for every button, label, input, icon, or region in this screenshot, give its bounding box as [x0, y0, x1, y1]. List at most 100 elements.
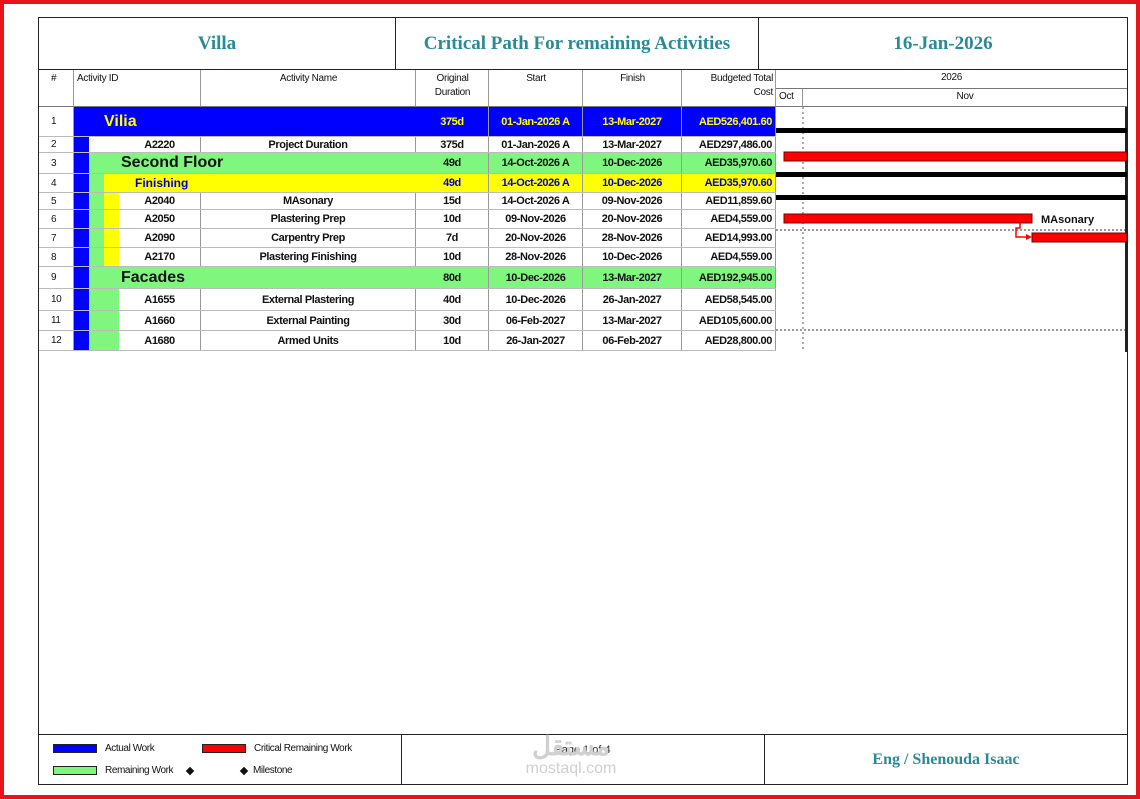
cell-name: Carpentry Prep [201, 229, 416, 247]
wbs-name: Vilia [104, 112, 137, 130]
table-row[interactable]: 9 Facades 80d 10-Dec-2026 13-Mar-2027 AED192,… [39, 267, 776, 289]
wbs-indent-band [104, 210, 119, 228]
cell-name: Project Duration [201, 137, 416, 152]
wbs-indent-band [74, 311, 89, 330]
col-header-cost[interactable]: Budgeted Total Cost [682, 70, 776, 107]
row-number: 2 [39, 137, 74, 152]
row-number: 1 [39, 107, 74, 136]
footer-divider-1 [401, 735, 402, 785]
table-row[interactable]: 8 A2170 Plastering Finishing 10d 28-Nov-2026… [39, 248, 776, 267]
gantt-month-nov-label: Nov [956, 91, 974, 102]
col-header-start[interactable]: Start [489, 70, 583, 107]
row-number: 12 [39, 331, 74, 350]
row-number: 6 [39, 210, 74, 228]
legend-actual-swatch [53, 744, 97, 753]
col-header-finish-label: Finish [620, 73, 645, 84]
cell-cost: AED192,945.00 [682, 267, 776, 288]
wbs-indent-band [74, 137, 89, 152]
table-row[interactable]: 11 A1660 External Painting 30d 06-Feb-2027 13… [39, 311, 776, 331]
cell-dur: 80d [416, 267, 489, 288]
project-title: Villa [39, 18, 396, 69]
cell-start: 09-Nov-2026 [489, 210, 583, 228]
gantt-month-oct: Oct [776, 89, 803, 107]
cell-cost: AED297,486.00 [682, 137, 776, 152]
gantt-relationship-arrow [1015, 223, 1030, 238]
milestone-icon [185, 766, 195, 775]
legend-remaining-work: Remaining Work [53, 765, 199, 776]
row-number: 7 [39, 229, 74, 247]
col-header-activity-name[interactable]: Activity Name [201, 70, 416, 107]
cell-finish: 13-Mar-2027 [583, 107, 682, 136]
col-header-activity-id[interactable]: Activity ID [74, 70, 201, 107]
report-date: 16-Jan-2026 [893, 32, 993, 54]
table-row[interactable]: 12 A1680 Armed Units 10d 26-Jan-2027 06-Feb-2… [39, 331, 776, 351]
gantt-chart: MAsonary [776, 107, 1127, 352]
row-number: 4 [39, 174, 74, 192]
table-row[interactable]: 10 A1655 External Plastering 40d 10-Dec-2026… [39, 289, 776, 311]
cell-id: A1655 [119, 289, 201, 310]
wbs-indent-band [89, 137, 119, 152]
col-header-activity-name-label: Activity Name [279, 73, 338, 84]
cell-dur: 375d [416, 137, 489, 152]
table-row[interactable]: 6 A2050 Plastering Prep 10d 09-Nov-2026 20-No… [39, 210, 776, 229]
cell-finish: 28-Nov-2026 [583, 229, 682, 247]
col-header-finish[interactable]: Finish [583, 70, 682, 107]
wbs-name: Finishing [135, 176, 189, 190]
cell-start: 01-Jan-2026 A [489, 107, 583, 136]
col-header-start-label: Start [526, 73, 546, 84]
cell-start: 20-Nov-2026 [489, 229, 583, 247]
cell-dur: 15d [416, 193, 489, 209]
legend-milestone: Milestone [235, 765, 293, 776]
wbs-indent-band [74, 289, 89, 310]
wbs-indent-band [89, 229, 104, 247]
cell-cost: AED105,600.00 [682, 311, 776, 330]
legend-actual-work: Actual Work [53, 743, 155, 754]
cell-dur: 30d [416, 311, 489, 330]
col-header-duration[interactable]: Original Duration [416, 70, 489, 107]
col-header-activity-id-label: Activity ID [77, 73, 119, 84]
gantt-bar-plastering-prep [1031, 232, 1127, 243]
cell-finish: 13-Mar-2027 [583, 311, 682, 330]
wbs-indent-band [74, 248, 89, 266]
cell-dur: 49d [416, 174, 489, 192]
cell-start: 28-Nov-2026 [489, 248, 583, 266]
cell-cost: AED11,859.60 [682, 193, 776, 209]
cell-finish: 09-Nov-2026 [583, 193, 682, 209]
row-number: 10 [39, 289, 74, 310]
cell-start: 14-Oct-2026 A [489, 174, 583, 192]
table-row[interactable]: 7 A2090 Carpentry Prep 7d 20-Nov-2026 28-Nov-… [39, 229, 776, 248]
cell-cost: AED4,559.00 [682, 210, 776, 228]
author-name: Eng / Shenouda Isaac [872, 751, 1020, 768]
cell-name: Plastering Finishing [201, 248, 416, 266]
cell-start: 26-Jan-2027 [489, 331, 583, 350]
cell-id: A2040 [119, 193, 201, 209]
cell-dur: 49d [416, 153, 489, 173]
cell-start: 14-Oct-2026 A [489, 153, 583, 173]
table-row[interactable]: 2 A2220 Project Duration 375d 01-Jan-2026 A1… [39, 137, 776, 153]
wbs-indent-band [104, 248, 119, 266]
table-row[interactable]: 4 Finishing 49d 14-Oct-2026 A 10-Dec-2026 AED… [39, 174, 776, 193]
col-header-duration-l1: Original [436, 73, 469, 84]
cell-dur: 375d [416, 107, 489, 136]
cell-cost: AED526,401.60 [682, 107, 776, 136]
report-header: Villa Critical Path For remaining Activi… [39, 18, 1127, 70]
cell-finish: 10-Dec-2026 [583, 153, 682, 173]
table-row[interactable]: 3 Second Floor 49d 14-Oct-2026 A 10-Dec-2026… [39, 153, 776, 174]
cell-dur: 10d [416, 248, 489, 266]
wbs-indent-band [74, 229, 89, 247]
gantt-bar-masonary [783, 213, 1033, 224]
cell-name: Armed Units [201, 331, 416, 350]
cell-finish: 06-Feb-2027 [583, 331, 682, 350]
col-header-num[interactable]: # [39, 70, 74, 107]
cell-dur: 10d [416, 210, 489, 228]
col-header-cost-l1: Budgeted Total [710, 73, 774, 84]
table-row[interactable]: 5 A2040 MAsonary 15d 14-Oct-2026 A 09-Nov-202… [39, 193, 776, 210]
cell-dur: 40d [416, 289, 489, 310]
cell-id: A2050 [119, 210, 201, 228]
gantt-bar-project-duration [783, 151, 1127, 162]
cell-dur: 7d [416, 229, 489, 247]
cell-cost: AED14,993.00 [682, 229, 776, 247]
wbs-indent-band [89, 331, 119, 350]
table-row[interactable]: 1 Vilia 375d 01-Jan-2026 A 13-Mar-2027 AED526… [39, 107, 776, 137]
cell-name: External Painting [201, 311, 416, 330]
